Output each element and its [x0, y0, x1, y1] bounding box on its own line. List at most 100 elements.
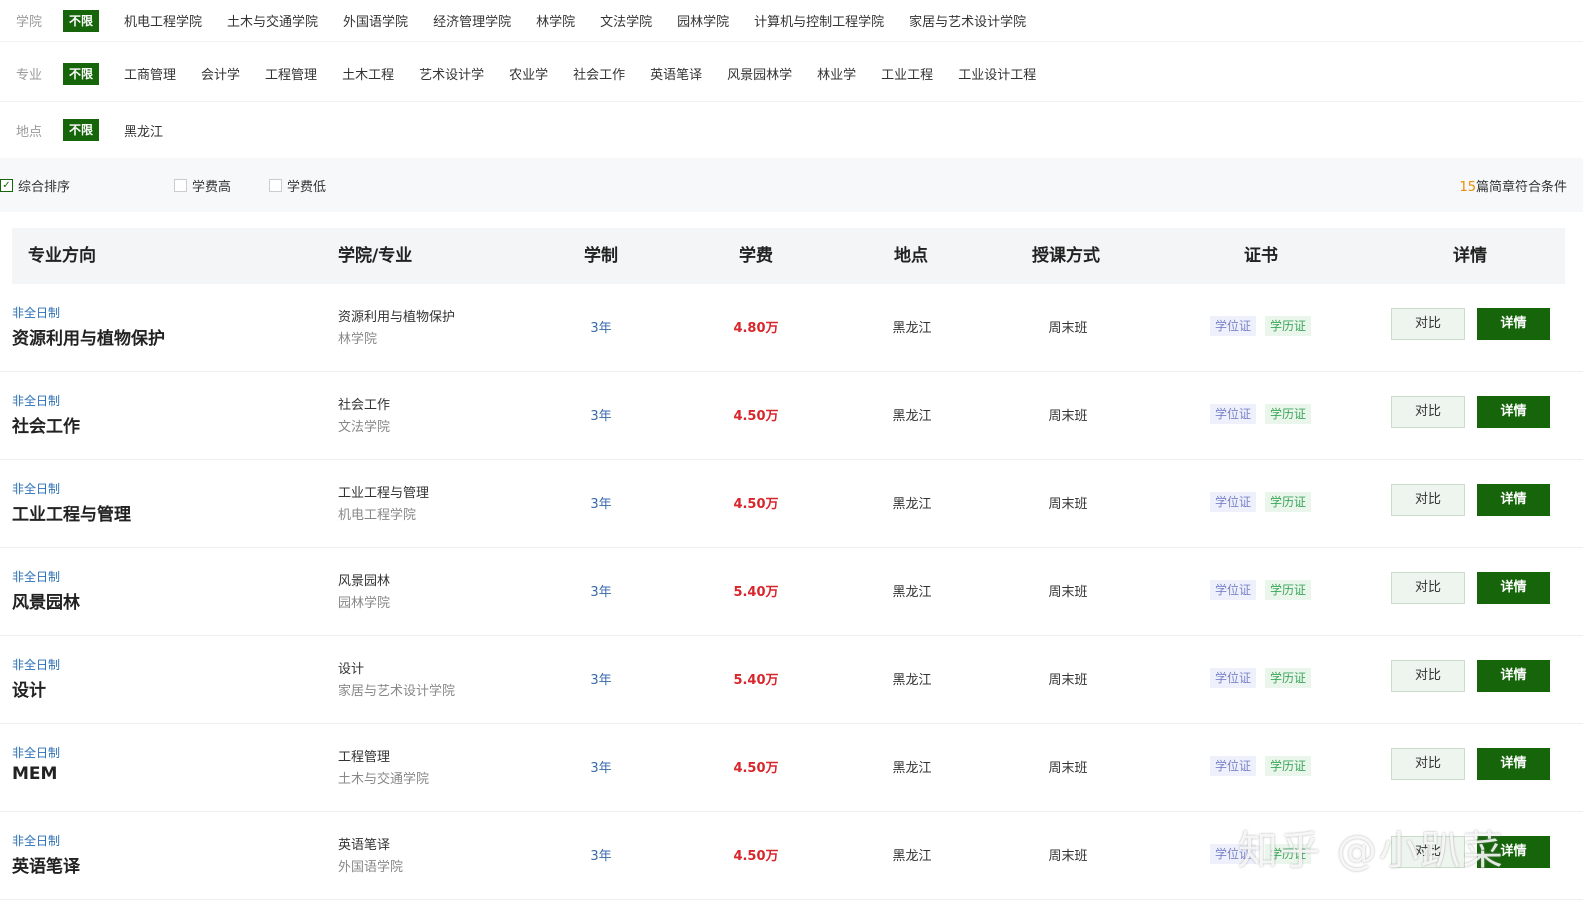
degree-badge: 学位证: [1210, 756, 1257, 776]
sort-option-fee-high[interactable]: 学费高: [174, 176, 231, 195]
row-major: 社会工作: [338, 398, 391, 413]
row-major: 设计: [338, 662, 365, 677]
diploma-badge: 学历证: [1265, 316, 1312, 336]
compare-button[interactable]: 对比: [1391, 660, 1465, 692]
filter-major-option[interactable]: 艺术设计学: [419, 64, 484, 83]
table-row: 非全日制 设计 设计 家居与艺术设计学院 3年 5.40万 黑龙江 周末班 学位证 学历证 对比 详情: [0, 636, 1583, 724]
row-title[interactable]: 英语笔译: [12, 852, 80, 877]
diploma-badge: 学历证: [1265, 580, 1312, 600]
sort-option-label: 综合排序: [18, 179, 71, 195]
result-count: 15篇简章符合条件: [1459, 176, 1567, 195]
filter-label-location: 地点: [16, 124, 43, 140]
filter-major-option[interactable]: 会计学: [201, 64, 240, 83]
diploma-badge: 学历证: [1265, 668, 1312, 688]
sort-bar: ✓ 综合排序 学费高 学费低 15篇简章符合条件: [0, 158, 1583, 212]
detail-button[interactable]: 详情: [1477, 660, 1550, 692]
detail-button[interactable]: 详情: [1477, 484, 1550, 516]
filter-college-unlimited[interactable]: 不限: [63, 9, 100, 32]
table-header: 专业方向 学院/专业 学制 学费 地点 授课方式 证书 详情: [12, 228, 1565, 284]
row-major: 工程管理: [338, 750, 391, 765]
checkbox-checked-icon[interactable]: ✓: [0, 178, 13, 192]
header-direction: 专业方向: [28, 246, 96, 266]
row-location: 黑龙江: [892, 849, 932, 864]
filter-major-option[interactable]: 工商管理: [124, 64, 176, 83]
filter-college-option[interactable]: 计算机与控制工程学院: [754, 11, 884, 30]
row-duration: 3年: [590, 321, 612, 336]
filter-label-college: 学院: [16, 15, 43, 30]
row-title[interactable]: 资源利用与植物保护: [12, 324, 165, 349]
row-type-tag: 非全日制: [12, 570, 61, 584]
header-duration: 学制: [584, 246, 618, 266]
compare-button[interactable]: 对比: [1391, 572, 1465, 604]
row-type-tag: 非全日制: [12, 482, 61, 496]
filter-major-option[interactable]: 工业工程: [881, 64, 933, 83]
row-type-tag: 非全日制: [12, 658, 61, 672]
row-title[interactable]: 社会工作: [12, 412, 80, 437]
checkbox-icon[interactable]: [174, 178, 188, 192]
detail-button[interactable]: 详情: [1477, 308, 1550, 340]
diploma-badge: 学历证: [1265, 756, 1312, 776]
row-mode: 周末班: [1048, 409, 1088, 424]
row-college: 文法学院: [338, 420, 391, 435]
diploma-badge: 学历证: [1265, 404, 1312, 424]
filter-college-option[interactable]: 园林学院: [677, 11, 729, 30]
filter-major-option[interactable]: 工程管理: [265, 64, 317, 83]
filter-major-option[interactable]: 风景园林学: [727, 64, 792, 83]
degree-badge: 学位证: [1210, 580, 1257, 600]
row-title[interactable]: 设计: [12, 676, 46, 701]
filter-location-option[interactable]: 黑龙江: [124, 121, 163, 140]
filter-college-option[interactable]: 经济管理学院: [433, 11, 511, 30]
row-college: 外国语学院: [338, 860, 404, 875]
filter-location-unlimited[interactable]: 不限: [63, 119, 100, 141]
detail-button[interactable]: 详情: [1477, 748, 1550, 780]
filter-major-option[interactable]: 林业学: [817, 64, 856, 83]
compare-button[interactable]: 对比: [1391, 396, 1465, 428]
sort-option-label: 学费高: [192, 179, 232, 195]
filter-major-option[interactable]: 农业学: [509, 64, 548, 83]
row-duration: 3年: [590, 497, 612, 512]
row-fee: 4.50万: [733, 497, 779, 512]
compare-button[interactable]: 对比: [1391, 484, 1465, 516]
row-college: 土木与交通学院: [338, 772, 430, 787]
header-fee: 学费: [739, 246, 773, 266]
sort-option-comprehensive[interactable]: ✓ 综合排序: [0, 176, 70, 195]
filter-college-option[interactable]: 林学院: [536, 11, 575, 30]
filter-college-option[interactable]: 机电工程学院: [124, 11, 202, 30]
filter-major-unlimited[interactable]: 不限: [63, 62, 100, 85]
filter-row-major: 专业 不限 工商管理 会计学 工程管理 土木工程 艺术设计学 农业学 社会工作 …: [0, 46, 1583, 102]
detail-button[interactable]: 详情: [1477, 396, 1550, 428]
header-college-major: 学院/专业: [338, 246, 413, 266]
degree-badge: 学位证: [1210, 316, 1257, 336]
header-location: 地点: [894, 246, 928, 266]
row-fee: 5.40万: [733, 585, 779, 600]
table-row: 非全日制 资源利用与植物保护 资源利用与植物保护 林学院 3年 4.80万 黑龙江 周末班 学位…: [0, 284, 1583, 372]
filter-college-option[interactable]: 土木与交通学院: [227, 11, 318, 30]
table-row: 非全日制 社会工作 社会工作 文法学院 3年 4.50万 黑龙江 周末班 学位证 学历证 对比 详情: [0, 372, 1583, 460]
filter-major-option[interactable]: 工业设计工程: [958, 64, 1036, 83]
compare-button[interactable]: 对比: [1391, 748, 1465, 780]
filter-college-option[interactable]: 家居与艺术设计学院: [909, 11, 1026, 30]
filter-label-major: 专业: [16, 68, 43, 83]
row-title[interactable]: MEM: [12, 764, 57, 784]
compare-button[interactable]: 对比: [1391, 308, 1465, 340]
filter-college-option[interactable]: 外国语学院: [343, 11, 408, 30]
filter-major-option[interactable]: 英语笔译: [650, 64, 702, 83]
sort-option-label: 学费低: [287, 179, 327, 195]
row-duration: 3年: [590, 585, 612, 600]
filter-college-option[interactable]: 文法学院: [600, 11, 652, 30]
row-title[interactable]: 工业工程与管理: [12, 500, 131, 525]
row-mode: 周末班: [1048, 849, 1088, 864]
row-major: 英语笔译: [338, 838, 391, 853]
filter-major-option[interactable]: 社会工作: [573, 64, 625, 83]
row-title[interactable]: 风景园林: [12, 588, 80, 613]
row-location: 黑龙江: [892, 321, 932, 336]
detail-button[interactable]: 详情: [1477, 572, 1550, 604]
sort-option-fee-low[interactable]: 学费低: [269, 176, 326, 195]
filter-major-option[interactable]: 土木工程: [342, 64, 394, 83]
checkbox-icon[interactable]: [269, 178, 283, 192]
result-count-number: 15: [1459, 179, 1476, 195]
row-mode: 周末班: [1048, 321, 1088, 336]
row-college: 林学院: [338, 332, 378, 347]
degree-badge: 学位证: [1210, 404, 1257, 424]
row-type-tag: 非全日制: [12, 834, 61, 848]
